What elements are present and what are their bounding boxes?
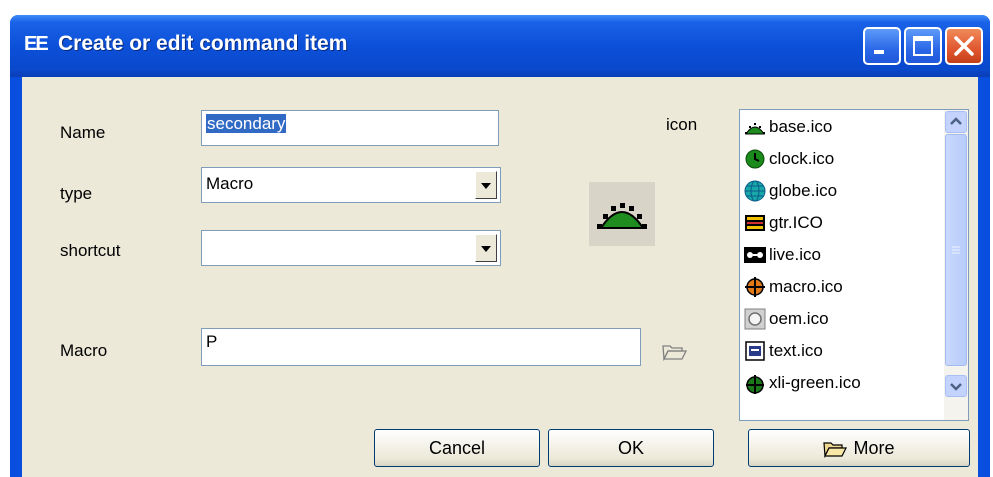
type-dropdown-arrow-icon[interactable] [475,171,497,199]
base-preview-icon [597,203,647,229]
close-icon [954,36,974,56]
globe-icon [744,180,766,202]
base-icon [745,123,765,135]
shortcut-dropdown-arrow-icon[interactable] [475,234,497,262]
list-item-label: globe.ico [769,181,838,200]
scroll-thumb[interactable] [945,134,967,366]
folder-open-icon [823,442,848,459]
list-item-label: xli-green.ico [769,373,861,392]
list-item-base[interactable]: base.ico [744,112,832,142]
shortcut-select[interactable] [201,230,501,266]
list-item-globe[interactable]: globe.ico [744,176,837,206]
gtr-icon [745,215,765,231]
scroll-down-button[interactable] [945,375,967,397]
more-button-label: More [853,438,895,458]
text-icon [745,341,765,361]
list-item-label: live.ico [769,245,821,264]
grip-icon [952,246,960,254]
scroll-up-button[interactable] [945,111,967,133]
list-item-macro[interactable]: macro.ico [744,272,843,302]
list-item-oem[interactable]: oem.ico [744,304,829,334]
list-item-label: text.ico [769,341,823,360]
maximize-button[interactable] [904,27,942,65]
title-bar[interactable]: ΕΕ Create or edit command item [10,15,990,77]
list-item-label: gtr.ICO [769,213,823,232]
type-select[interactable]: Macro [201,167,501,203]
chevron-up-icon [950,117,962,125]
shortcut-label: shortcut [60,241,121,260]
macro-label: Macro [60,341,108,360]
dialog-window: ΕΕ Create or edit command item Name seco… [10,15,990,477]
list-item-label: oem.ico [769,309,829,328]
list-item-label: macro.ico [769,277,843,296]
list-item-live[interactable]: live.ico [744,240,821,270]
minimize-button[interactable] [863,27,901,65]
app-icon: ΕΕ [24,33,49,55]
macro-value: P [206,332,218,351]
more-button[interactable]: More [748,429,970,467]
list-item-text[interactable]: text.ico [744,336,823,366]
type-value: Macro [206,174,254,193]
list-item-clock[interactable]: clock.ico [744,144,834,174]
minimize-icon [874,50,884,54]
close-button[interactable] [945,27,983,65]
list-item-label: clock.ico [769,149,835,168]
macro-icon [745,277,765,297]
list-item-xli-green[interactable]: xli-green.ico [744,368,861,398]
chevron-down-icon [950,383,962,391]
list-item-label: base.ico [769,117,833,136]
icon-label: icon [666,115,698,134]
ok-button[interactable]: OK [548,429,714,467]
browse-folder-icon[interactable] [662,343,688,361]
clock-icon [745,149,765,169]
macro-field[interactable]: P [201,328,641,366]
dialog-body: Name secondary type Macro shortcut Macro… [22,77,978,477]
xli-green-icon [746,375,764,394]
name-field[interactable]: secondary [201,110,499,146]
name-value: secondary [206,114,287,133]
icon-list[interactable]: base.ico clock.ico globe.ico gtr.ICO liv… [739,109,969,421]
cancel-button[interactable]: Cancel [374,429,540,467]
window-title: Create or edit command item [58,32,348,55]
type-label: type [60,184,93,203]
list-scrollbar[interactable] [944,110,968,420]
maximize-icon [913,36,933,56]
live-icon [744,247,766,263]
list-item-gtr[interactable]: gtr.ICO [744,208,823,238]
name-label: Name [60,123,106,142]
icon-preview [589,182,655,246]
oem-icon [744,308,766,330]
